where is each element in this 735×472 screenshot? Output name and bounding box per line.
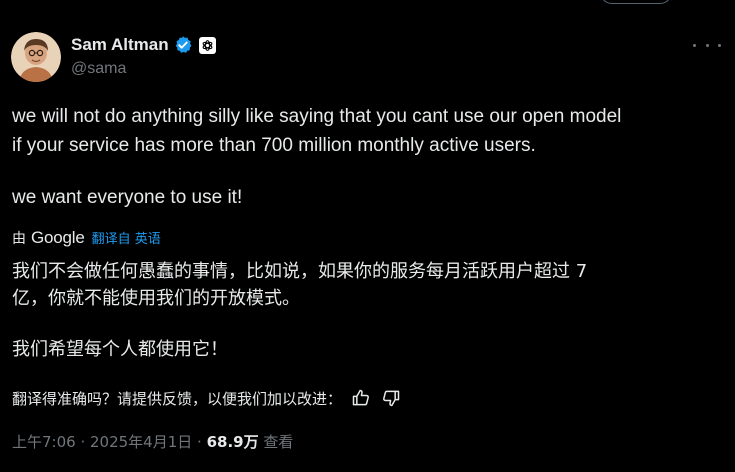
tweet-line: we will not do anything silly like sayin… — [12, 106, 622, 127]
translated-from-link[interactable]: 翻译自 英语 — [92, 228, 161, 247]
translation-feedback: 翻译得准确吗？请提供反馈，以便我们加以改进： — [12, 386, 402, 410]
author-handle[interactable]: @sama — [71, 60, 126, 78]
openai-logo-icon[interactable] — [198, 36, 216, 54]
translated-by-label: 由 — [12, 231, 26, 247]
avatar[interactable] — [11, 32, 61, 82]
tweet-time[interactable]: 上午7:06 — [12, 433, 76, 451]
thumbs-down-icon[interactable] — [380, 387, 402, 409]
translation-line: 亿，你就不能使用我们的开放模式。 — [12, 288, 300, 309]
tweet-text: we will not do anything silly like sayin… — [12, 102, 727, 212]
tweet-meta: 上午7:06 · 2025年4月1日 · 68.9万 查看 — [12, 431, 293, 452]
feedback-prompt: 翻译得准确吗？请提供反馈，以便我们加以改进： — [12, 389, 343, 408]
views-count: 68.9万 — [206, 433, 259, 451]
tweet-line: we want everyone to use it! — [12, 187, 243, 208]
meta-separator: · — [75, 433, 90, 451]
thumbs-up-icon[interactable] — [350, 387, 372, 409]
verified-badge-icon[interactable] — [173, 35, 193, 55]
more-options-icon[interactable] — [693, 36, 721, 54]
author-name[interactable]: Sam Altman — [71, 35, 169, 55]
translation-attribution: 由 Google 翻译自 英语 — [12, 228, 161, 250]
google-logo: Google — [31, 228, 85, 247]
tweet-line: if your service has more than 700 millio… — [12, 135, 536, 156]
tweet-date[interactable]: 2025年4月1日 — [90, 433, 192, 451]
views-label: 查看 — [263, 433, 294, 451]
translated-text: 我们不会做任何愚蠢的事情，比如说，如果你的服务每月活跃用户超过 7 亿，你就不能… — [12, 258, 727, 363]
author-row: Sam Altman — [71, 34, 216, 56]
top-pill-button[interactable] — [600, 0, 672, 4]
translation-line: 我们不会做任何愚蠢的事情，比如说，如果你的服务每月活跃用户超过 7 — [12, 261, 588, 282]
translation-line: 我们希望每个人都使用它！ — [12, 339, 228, 360]
meta-separator: · — [192, 433, 207, 451]
